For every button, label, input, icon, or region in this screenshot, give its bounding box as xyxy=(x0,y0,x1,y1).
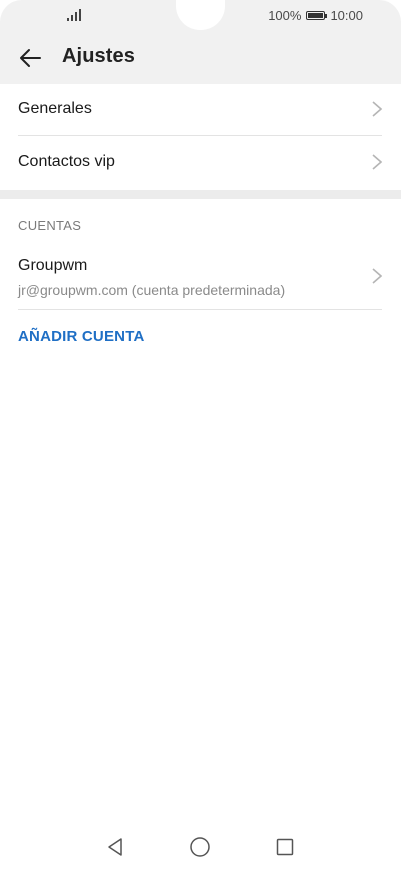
recents-square-icon xyxy=(276,838,294,856)
section-separator xyxy=(0,190,401,199)
settings-item-label: Generales xyxy=(18,100,92,117)
navigation-bar xyxy=(0,826,401,870)
chevron-right-icon xyxy=(372,154,383,170)
nav-recents-button[interactable] xyxy=(271,834,299,860)
clock: 10:00 xyxy=(330,8,363,23)
signal-icon xyxy=(67,9,81,21)
status-right: 100% 10:00 xyxy=(268,8,363,23)
settings-item-label: Contactos vip xyxy=(18,153,115,170)
divider xyxy=(18,309,382,310)
settings-item-contactos-vip[interactable]: Contactos vip xyxy=(0,136,401,189)
accounts-section-title: CUENTAS xyxy=(18,218,82,233)
battery-percent: 100% xyxy=(268,8,302,23)
page-title: Ajustes xyxy=(62,45,135,67)
app-header: Ajustes xyxy=(0,32,401,84)
chevron-right-icon xyxy=(372,268,383,284)
back-button[interactable] xyxy=(14,44,46,72)
battery-icon xyxy=(306,11,328,20)
nav-home-button[interactable] xyxy=(186,834,214,860)
settings-item-generales[interactable]: Generales xyxy=(0,84,401,135)
account-item-groupwm[interactable]: Groupwm jr@groupwm.com (cuenta predeterm… xyxy=(0,246,401,308)
chevron-right-icon xyxy=(372,101,383,117)
home-circle-icon xyxy=(190,837,210,857)
account-email: jr@groupwm.com (cuenta predeterminada) xyxy=(18,282,286,298)
status-bar: 100% 10:00 xyxy=(0,0,401,32)
back-triangle-icon xyxy=(108,838,122,856)
add-account-button[interactable]: AÑADIR CUENTA xyxy=(18,328,144,345)
nav-back-button[interactable] xyxy=(101,834,129,860)
account-name: Groupwm xyxy=(18,257,88,274)
arrow-left-icon xyxy=(20,49,41,67)
